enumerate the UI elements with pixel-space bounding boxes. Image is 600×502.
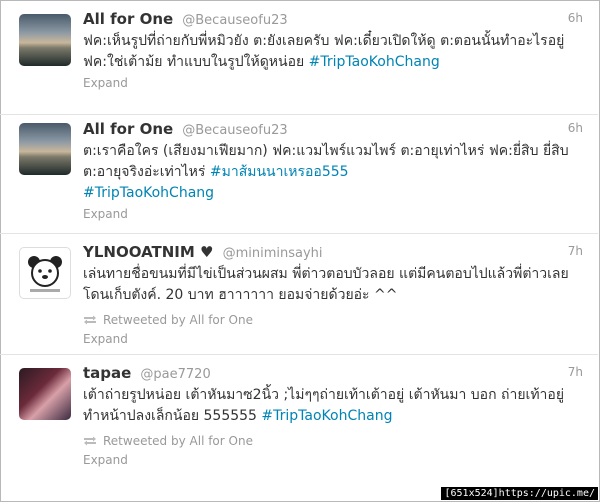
tweet-item[interactable]: YLNOOATNIM ♥ @miniminsayhi 7h เล่นทายชื่… [0,233,598,355]
tweet-fullname[interactable]: All for One [83,120,173,138]
tweet-handle[interactable]: @pae7720 [140,367,210,382]
tweet-handle[interactable]: @Becauseofu23 [182,123,287,138]
tweet-fullname[interactable]: YLNOOATNIM ♥ [83,243,213,261]
retweet-icon [84,436,96,446]
watermark: [651x524]https://upic.me/ [441,487,598,500]
retweet-indicator: Retweeted by All for One [83,432,583,450]
avatar[interactable] [19,14,71,66]
retweet-icon [84,315,96,325]
expand-link[interactable]: Expand [83,453,583,467]
tweet-fullname[interactable]: All for One [83,10,173,28]
expand-link[interactable]: Expand [83,76,583,90]
avatar[interactable] [19,247,71,299]
tweet-text: เต้าถ่ายรูปหน่อย เต้าหันมาซ2นิ้ว ;ไม่ๆๆถ… [83,385,583,427]
tweet-timestamp[interactable]: 6h [568,11,583,25]
hashtag-link[interactable]: #TripTaoKohChang [309,54,440,70]
hashtag-link[interactable]: #TripTaoKohChang [83,185,214,201]
tweet-timestamp[interactable]: 7h [568,244,583,258]
retweet-label[interactable]: Retweeted by All for One [103,313,253,327]
tweet-fullname[interactable]: tapae [83,364,131,382]
hashtag-link[interactable]: #TripTaoKohChang [261,408,392,424]
bear-icon [28,256,62,292]
tweet-handle[interactable]: @miniminsayhi [223,246,323,261]
retweet-label[interactable]: Retweeted by All for One [103,434,253,448]
expand-link[interactable]: Expand [83,207,583,221]
expand-link[interactable]: Expand [83,332,583,346]
tweet-text: เล่นทายชื่อขนมที่มีไข่เป็นส่วนผสม พี่ต่า… [83,266,569,303]
tweet-item[interactable]: All for One @Becauseofu23 6h ต:เราคือใคร… [0,114,598,234]
tweet-timestamp[interactable]: 6h [568,121,583,135]
avatar[interactable] [19,123,71,175]
tweet-handle[interactable]: @Becauseofu23 [182,13,287,28]
tweet-item[interactable]: All for One @Becauseofu23 6h ฟค:เห็นรูปท… [0,0,598,115]
tweet-item[interactable]: tapae @pae7720 7h เต้าถ่ายรูปหน่อย เต้าห… [0,354,598,474]
retweet-indicator: Retweeted by All for One [83,311,583,329]
tweet-text: ต:เราคือใคร (เสียงมาเฟียมาก) ฟค:แวมไพร์แ… [83,141,583,204]
hashtag-link[interactable]: #มาส้มนนาเหรออ555 [210,164,349,180]
avatar[interactable] [19,368,71,420]
tweet-text: ฟค:เห็นรูปที่ถ่ายกับพี่หมิวยัง ต:ยังเลยค… [83,31,583,73]
tweet-timestamp[interactable]: 7h [568,365,583,379]
